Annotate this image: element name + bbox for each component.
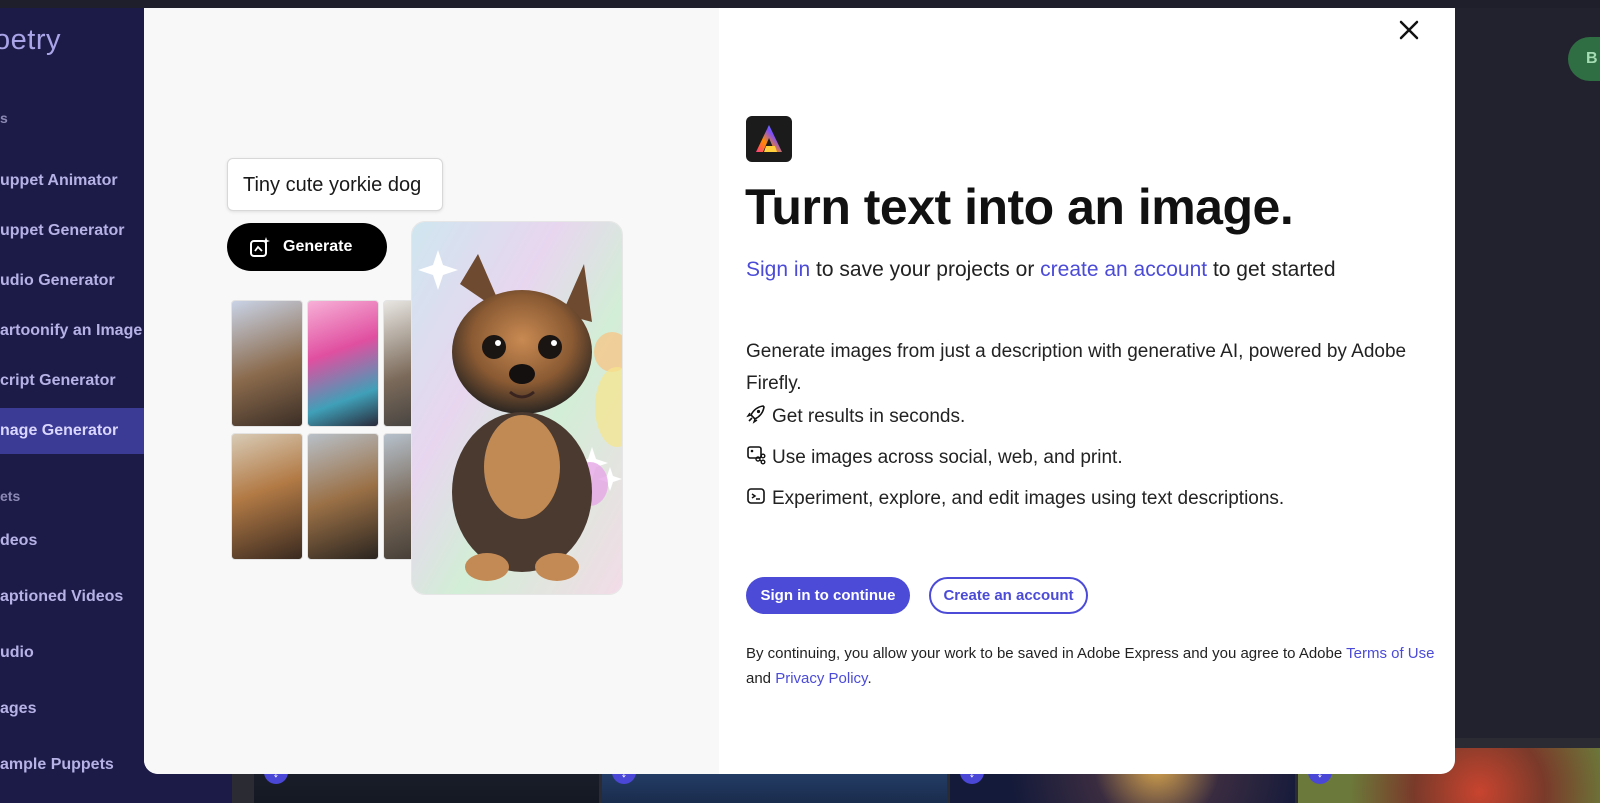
subline-end-text: to get started — [1207, 258, 1336, 281]
subline-text: to save your projects or — [810, 258, 1041, 281]
legal-text: By continuing, you allow your work to be… — [746, 641, 1436, 691]
signin-prompt: Sign in to save your projects or create … — [746, 258, 1336, 282]
create-account-link[interactable]: create an account — [1040, 258, 1207, 281]
yorkie-thumb — [307, 433, 379, 560]
background-panel — [1455, 8, 1600, 738]
prompt-input: Tiny cute yorkie dog — [227, 158, 443, 211]
signin-link[interactable]: Sign in — [746, 258, 810, 281]
legal-and: and — [746, 670, 776, 687]
privacy-policy-link[interactable]: Privacy Policy — [775, 670, 867, 687]
hero-image — [411, 221, 623, 595]
create-account-button[interactable]: Create an account — [929, 577, 1088, 614]
image-share-icon — [747, 446, 766, 465]
legal-sentence: By continuing, you allow your work to be… — [746, 645, 1347, 662]
feature-item: Get results in seconds. — [746, 404, 965, 428]
feature-text: Use images across social, web, and print… — [772, 447, 1123, 468]
yorkie-thumb — [231, 433, 303, 560]
yorkie-illustration — [412, 222, 622, 594]
text-prompt-icon — [747, 488, 765, 504]
legal-period: . — [867, 670, 872, 687]
signin-modal: Tiny cute yorkie dog Generate Turn text … — [144, 8, 1455, 774]
illustration-panel: Tiny cute yorkie dog Generate — [144, 8, 719, 774]
feature-text: Experiment, explore, and edit images usi… — [772, 488, 1285, 509]
yorkie-thumb — [307, 300, 379, 427]
description: Generate images from just a description … — [746, 341, 1407, 394]
app-logo[interactable]: oetry — [0, 24, 61, 57]
yorkie-thumb — [231, 300, 303, 427]
adobe-express-logo — [746, 116, 792, 162]
generate-button: Generate — [227, 223, 387, 271]
sparkle-image-icon — [250, 237, 270, 257]
adobe-express-icon — [756, 125, 782, 152]
terms-of-use-link[interactable]: Terms of Use — [1346, 645, 1434, 662]
sidebar-section-tools: s — [0, 110, 8, 126]
modal-headline: Turn text into an image. — [745, 179, 1294, 235]
feature-item: Use images across social, web, and print… — [746, 445, 1123, 469]
sign-in-button[interactable]: Sign in to continue — [746, 577, 910, 614]
feature-item: Experiment, explore, and edit images usi… — [746, 486, 1284, 510]
feature-text: Get results in seconds. — [772, 406, 966, 427]
sidebar-section-assets: ets — [0, 488, 21, 504]
generate-label: Generate — [283, 238, 353, 255]
close-icon[interactable] — [1395, 16, 1423, 44]
rocket-icon — [746, 405, 765, 424]
